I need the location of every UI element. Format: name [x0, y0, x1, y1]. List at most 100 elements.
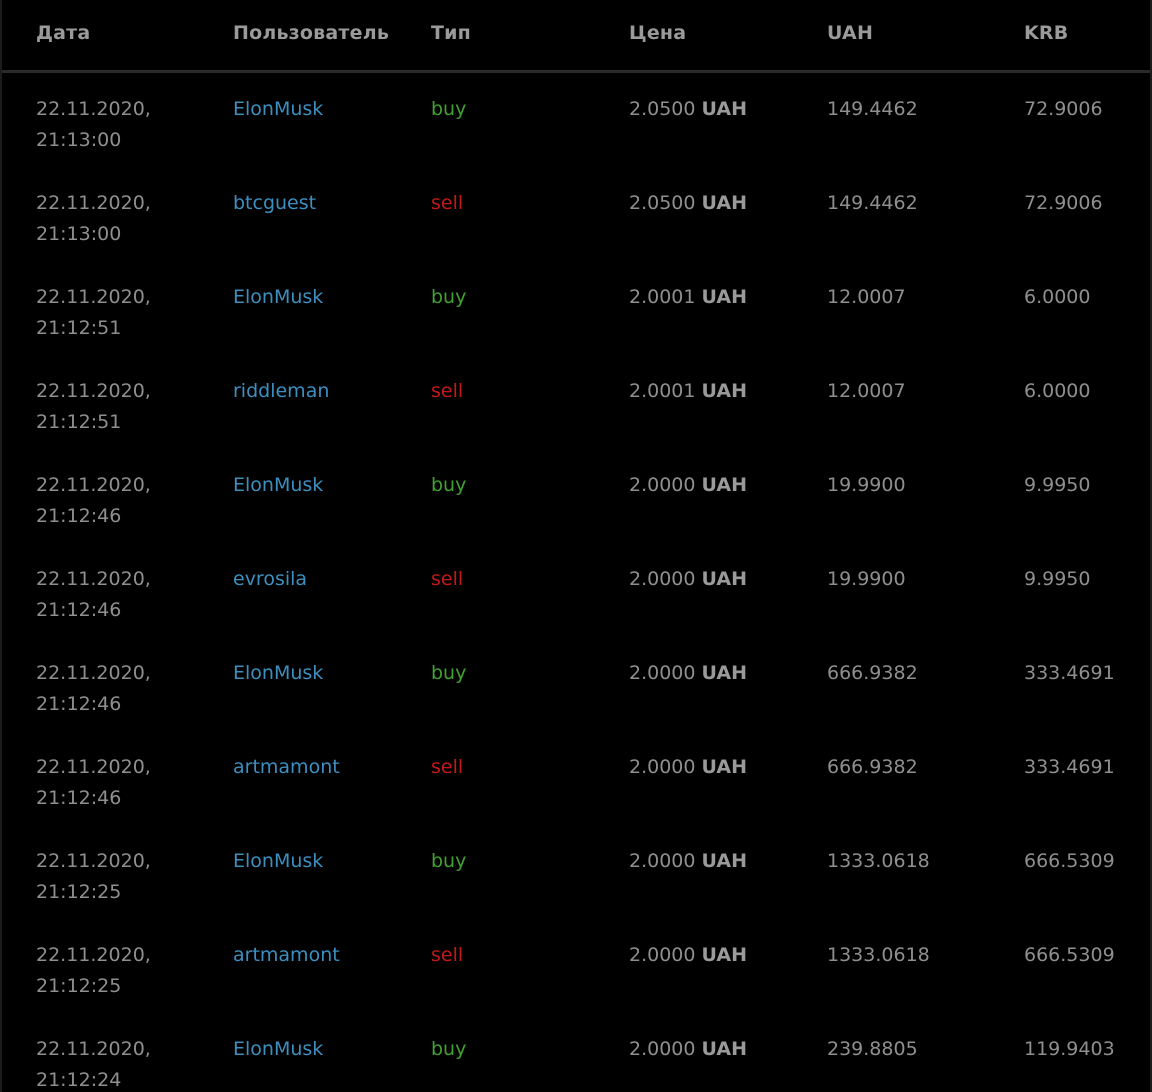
table-row: 22.11.2020, 21:12:46 evrosila sell 2.0000 U… [2, 543, 1150, 637]
trade-type: buy [431, 98, 467, 120]
trade-type: buy [431, 286, 467, 308]
trade-type: sell [431, 944, 464, 966]
user-link[interactable]: ElonMusk [233, 470, 323, 501]
amount-krb: 6.0000 [1024, 286, 1091, 308]
user-link[interactable]: ElonMusk [233, 846, 323, 877]
trade-price: 2.0000 UAH [629, 658, 747, 689]
header-price[interactable]: Цена [629, 22, 686, 44]
trade-price: 2.0001 UAH [629, 376, 747, 407]
amount-krb: 666.5309 [1024, 850, 1115, 872]
price-value: 2.0000 [629, 568, 696, 590]
price-currency: UAH [701, 568, 747, 590]
price-currency: UAH [701, 474, 747, 496]
table-row: 22.11.2020, 21:13:00 ElonMusk buy 2.0500 UA… [2, 73, 1150, 167]
header-type[interactable]: Тип [431, 22, 471, 44]
price-currency: UAH [701, 98, 747, 120]
user-link[interactable]: ElonMusk [233, 658, 323, 689]
user-link[interactable]: ElonMusk [233, 282, 323, 313]
price-value: 2.0000 [629, 850, 696, 872]
price-value: 2.0000 [629, 756, 696, 778]
trade-date: 22.11.2020, 21:12:25 [36, 944, 151, 997]
trade-history-table: Дата Пользователь Тип Цена UAH KRB 22.11… [0, 0, 1152, 1092]
header-uah[interactable]: UAH [827, 22, 873, 44]
trade-type: buy [431, 1038, 467, 1060]
trade-date: 22.11.2020, 21:12:46 [36, 568, 151, 621]
user-link[interactable]: ElonMusk [233, 1034, 323, 1065]
user-link[interactable]: riddleman [233, 376, 329, 407]
table-row: 22.11.2020, 21:12:46 artmamont sell 2.0000 … [2, 731, 1150, 825]
trade-price: 2.0500 UAH [629, 188, 747, 219]
trade-date: 22.11.2020, 21:12:46 [36, 662, 151, 715]
price-value: 2.0000 [629, 474, 696, 496]
trade-price: 2.0000 UAH [629, 470, 747, 501]
amount-uah: 1333.0618 [827, 850, 930, 872]
price-value: 2.0001 [629, 380, 696, 402]
header-krb[interactable]: KRB [1024, 22, 1068, 44]
trade-type: sell [431, 380, 464, 402]
amount-krb: 333.4691 [1024, 756, 1115, 778]
table-row: 22.11.2020, 21:13:00 btcguest sell 2.0500 U… [2, 167, 1150, 261]
trade-date: 22.11.2020, 21:12:51 [36, 286, 151, 339]
trade-type: sell [431, 568, 464, 590]
price-currency: UAH [701, 662, 747, 684]
trade-date: 22.11.2020, 21:12:51 [36, 380, 151, 433]
price-value: 2.0000 [629, 1038, 696, 1060]
table-row: 22.11.2020, 21:12:46 ElonMusk buy 2.0000 UA… [2, 637, 1150, 731]
trade-price: 2.0000 UAH [629, 564, 747, 595]
trade-type: buy [431, 474, 467, 496]
header-date[interactable]: Дата [36, 22, 90, 44]
user-link[interactable]: evrosila [233, 564, 307, 595]
price-value: 2.0500 [629, 192, 696, 214]
amount-krb: 9.9950 [1024, 568, 1091, 590]
price-currency: UAH [701, 286, 747, 308]
amount-krb: 666.5309 [1024, 944, 1115, 966]
amount-uah: 12.0007 [827, 286, 906, 308]
amount-uah: 239.8805 [827, 1038, 918, 1060]
header-user[interactable]: Пользователь [233, 22, 389, 44]
amount-krb: 119.9403 [1024, 1038, 1115, 1060]
amount-uah: 149.4462 [827, 98, 918, 120]
amount-krb: 72.9006 [1024, 192, 1103, 214]
amount-krb: 9.9950 [1024, 474, 1091, 496]
user-link[interactable]: btcguest [233, 188, 316, 219]
user-link[interactable]: artmamont [233, 752, 340, 783]
price-value: 2.0001 [629, 286, 696, 308]
price-currency: UAH [701, 192, 747, 214]
trade-date: 22.11.2020, 21:13:00 [36, 98, 151, 151]
price-value: 2.0500 [629, 98, 696, 120]
trade-type: sell [431, 756, 464, 778]
table-row: 22.11.2020, 21:12:24 ElonMusk buy 2.0000 UA… [2, 1013, 1150, 1092]
amount-uah: 666.9382 [827, 662, 918, 684]
trade-price: 2.0000 UAH [629, 1034, 747, 1065]
trade-price: 2.0500 UAH [629, 94, 747, 125]
amount-krb: 72.9006 [1024, 98, 1103, 120]
trade-date: 22.11.2020, 21:12:25 [36, 850, 151, 903]
amount-uah: 12.0007 [827, 380, 906, 402]
trade-price: 2.0000 UAH [629, 846, 747, 877]
trade-date: 22.11.2020, 21:13:00 [36, 192, 151, 245]
trade-price: 2.0000 UAH [629, 752, 747, 783]
trade-price: 2.0000 UAH [629, 940, 747, 971]
trade-date: 22.11.2020, 21:12:46 [36, 756, 151, 809]
table-row: 22.11.2020, 21:12:51 ElonMusk buy 2.0001 UA… [2, 261, 1150, 355]
price-currency: UAH [701, 850, 747, 872]
trade-date: 22.11.2020, 21:12:46 [36, 474, 151, 527]
table-row: 22.11.2020, 21:12:51 riddleman sell 2.0001 … [2, 355, 1150, 449]
user-link[interactable]: artmamont [233, 940, 340, 971]
price-value: 2.0000 [629, 662, 696, 684]
trade-type: sell [431, 192, 464, 214]
table-row: 22.11.2020, 21:12:25 artmamont sell 2.0000 … [2, 919, 1150, 1013]
amount-uah: 1333.0618 [827, 944, 930, 966]
price-currency: UAH [701, 380, 747, 402]
trade-type: buy [431, 850, 467, 872]
amount-krb: 333.4691 [1024, 662, 1115, 684]
user-link[interactable]: ElonMusk [233, 94, 323, 125]
price-currency: UAH [701, 944, 747, 966]
trade-date: 22.11.2020, 21:12:24 [36, 1038, 151, 1091]
table-row: 22.11.2020, 21:12:25 ElonMusk buy 2.0000 UA… [2, 825, 1150, 919]
amount-uah: 19.9900 [827, 474, 906, 496]
table-header: Дата Пользователь Тип Цена UAH KRB [2, 0, 1150, 73]
table-row: 22.11.2020, 21:12:46 ElonMusk buy 2.0000 UA… [2, 449, 1150, 543]
trade-price: 2.0001 UAH [629, 282, 747, 313]
amount-krb: 6.0000 [1024, 380, 1091, 402]
